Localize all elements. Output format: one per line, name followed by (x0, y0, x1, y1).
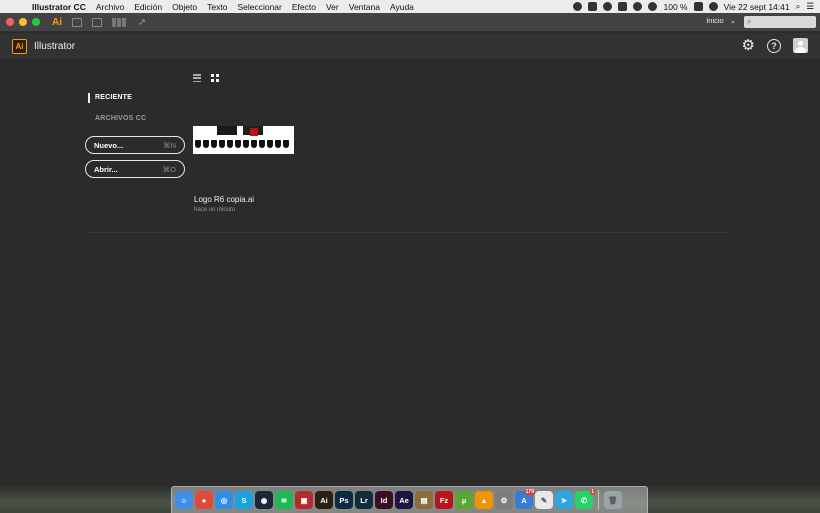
dock-illustrator-icon[interactable]: Ai (315, 491, 333, 509)
recent-file-time: hace un minuto (194, 207, 236, 213)
recent-file-name[interactable]: Logo R6 copia.ai (194, 195, 254, 204)
new-button-label: Nuevo... (94, 140, 124, 150)
close-window-button[interactable] (6, 18, 14, 26)
menu-ventana[interactable]: Ventana (349, 2, 380, 12)
help-icon[interactable]: ? (767, 38, 781, 53)
dock-utorrent-icon[interactable]: µ (455, 491, 473, 509)
dock-whatsapp-icon[interactable]: ✆ 1 (575, 489, 595, 509)
menu-efecto[interactable]: Efecto (292, 2, 316, 12)
dock-vlc-icon[interactable]: ▲ (475, 491, 493, 509)
search-icon: ⌕ (747, 17, 752, 26)
menu-app-name[interactable]: Illustrator CC (32, 2, 86, 12)
nav-recent[interactable]: RECIENTE (88, 93, 146, 103)
menu-ayuda[interactable]: Ayuda (390, 2, 414, 12)
battery-percent[interactable]: 100 % (663, 2, 687, 12)
battery-icon[interactable] (693, 2, 703, 11)
bridge-icon[interactable] (72, 17, 82, 27)
dock-skype-icon[interactable]: S (235, 491, 253, 509)
start-nav: RECIENTE ARCHIVOS CC (88, 93, 146, 135)
minimize-window-button[interactable] (19, 18, 27, 26)
dock-aftereffects-icon[interactable]: Ae (395, 491, 413, 509)
dock: ☺ ● ◎ S ◉ ≋ ▣ Ai Ps Lr Id Ae ▤ Fz µ ▲ ⚙ A 179 ✎ ➤ ✆ 1 🗑 (171, 486, 648, 513)
chevron-down-icon: ⌄ (729, 16, 736, 25)
dock-safari-icon[interactable]: ◎ (215, 491, 233, 509)
dock-system-preferences-icon[interactable]: ⚙ (495, 491, 513, 509)
notification-center-icon[interactable]: ☰ (806, 1, 814, 12)
dock-badge: 1 (590, 489, 595, 495)
illustrator-logo: Ai (12, 38, 27, 54)
dock-telegram-icon[interactable]: ➤ (555, 491, 573, 509)
zoom-window-button[interactable] (32, 18, 40, 26)
gear-icon[interactable]: ⚙ (742, 38, 755, 53)
search-input[interactable]: ⌕ (744, 16, 816, 28)
menu-seleccionar[interactable]: Seleccionar (237, 2, 281, 12)
sync-status-icon[interactable] (603, 2, 613, 11)
spotlight-icon[interactable]: ⌕ (796, 1, 801, 12)
dock-badge: 179 (524, 489, 535, 495)
menu-edicion[interactable]: Edición (134, 2, 162, 12)
status-area: 100 % Vie 22 sept 14:41 ⌕ ☰ (573, 0, 814, 13)
header-actions: ⚙ ? (742, 38, 808, 53)
workspace-switcher[interactable]: Inicio ⌄ (706, 16, 736, 25)
view-toggles (193, 74, 219, 82)
window-controls (6, 18, 40, 26)
dock-preview-icon[interactable]: ▤ (415, 491, 433, 509)
menu-ver[interactable]: Ver (326, 2, 339, 12)
ai-app-icon: Ai (52, 16, 62, 28)
dock-filezilla-icon[interactable]: Fz (435, 491, 453, 509)
wifi-icon[interactable] (708, 2, 718, 11)
send-icon[interactable]: ➚ (138, 17, 146, 28)
arrange-documents-icon[interactable] (112, 17, 128, 27)
telegram-status-icon[interactable] (573, 2, 583, 11)
menu-archivo[interactable]: Archivo (96, 2, 124, 12)
app-control-bar: Ai ➚ Inicio ⌄ ⌕ (0, 13, 820, 32)
menu-objeto[interactable]: Objeto (172, 2, 197, 12)
menu-bar: Illustrator CC Archivo Edición Objeto Te… (0, 0, 820, 13)
cloud-status-icon[interactable] (633, 2, 643, 11)
dock-app-store-icon[interactable]: A 179 (515, 489, 535, 509)
timemachine-status-icon[interactable] (648, 2, 658, 11)
dock-steam-icon[interactable]: ◉ (255, 491, 273, 509)
open-button-shortcut: ⌘O (162, 164, 176, 174)
stock-icon[interactable] (92, 17, 102, 27)
dock-separator (598, 490, 599, 510)
dock-finder-icon[interactable]: ☺ (175, 491, 193, 509)
nav-cc-files[interactable]: ARCHIVOS CC (88, 114, 146, 124)
recent-file-thumbnail[interactable] (193, 126, 294, 154)
dock-textedit-icon[interactable]: ✎ (535, 491, 553, 509)
page-title: Illustrator (34, 40, 76, 52)
dock-trash-icon[interactable]: 🗑 (604, 491, 622, 509)
open-button-label: Abrir... (94, 164, 118, 174)
list-view-icon[interactable] (193, 74, 201, 82)
dock-photobooth-icon[interactable]: ▣ (295, 491, 313, 509)
monitor-status-icon[interactable] (618, 2, 628, 11)
dock-chrome-icon[interactable]: ● (195, 491, 213, 509)
dock-indesign-icon[interactable]: Id (375, 491, 393, 509)
divider (88, 232, 728, 233)
workspace-label: Inicio (706, 16, 724, 25)
open-button[interactable]: Abrir... ⌘O (85, 160, 185, 178)
avatar[interactable] (793, 38, 808, 53)
dock-spotify-icon[interactable]: ≋ (275, 491, 293, 509)
dock-photoshop-icon[interactable]: Ps (335, 491, 353, 509)
new-button[interactable]: Nuevo... ⌘N (85, 136, 185, 154)
start-header: Ai Illustrator ⚙ ? (0, 33, 820, 59)
clock[interactable]: Vie 22 sept 14:41 (724, 2, 790, 12)
dropbox-status-icon[interactable] (588, 2, 598, 11)
dock-lightroom-icon[interactable]: Lr (355, 491, 373, 509)
menu-texto[interactable]: Texto (207, 2, 227, 12)
grid-view-icon[interactable] (211, 74, 219, 82)
new-button-shortcut: ⌘N (163, 140, 176, 150)
